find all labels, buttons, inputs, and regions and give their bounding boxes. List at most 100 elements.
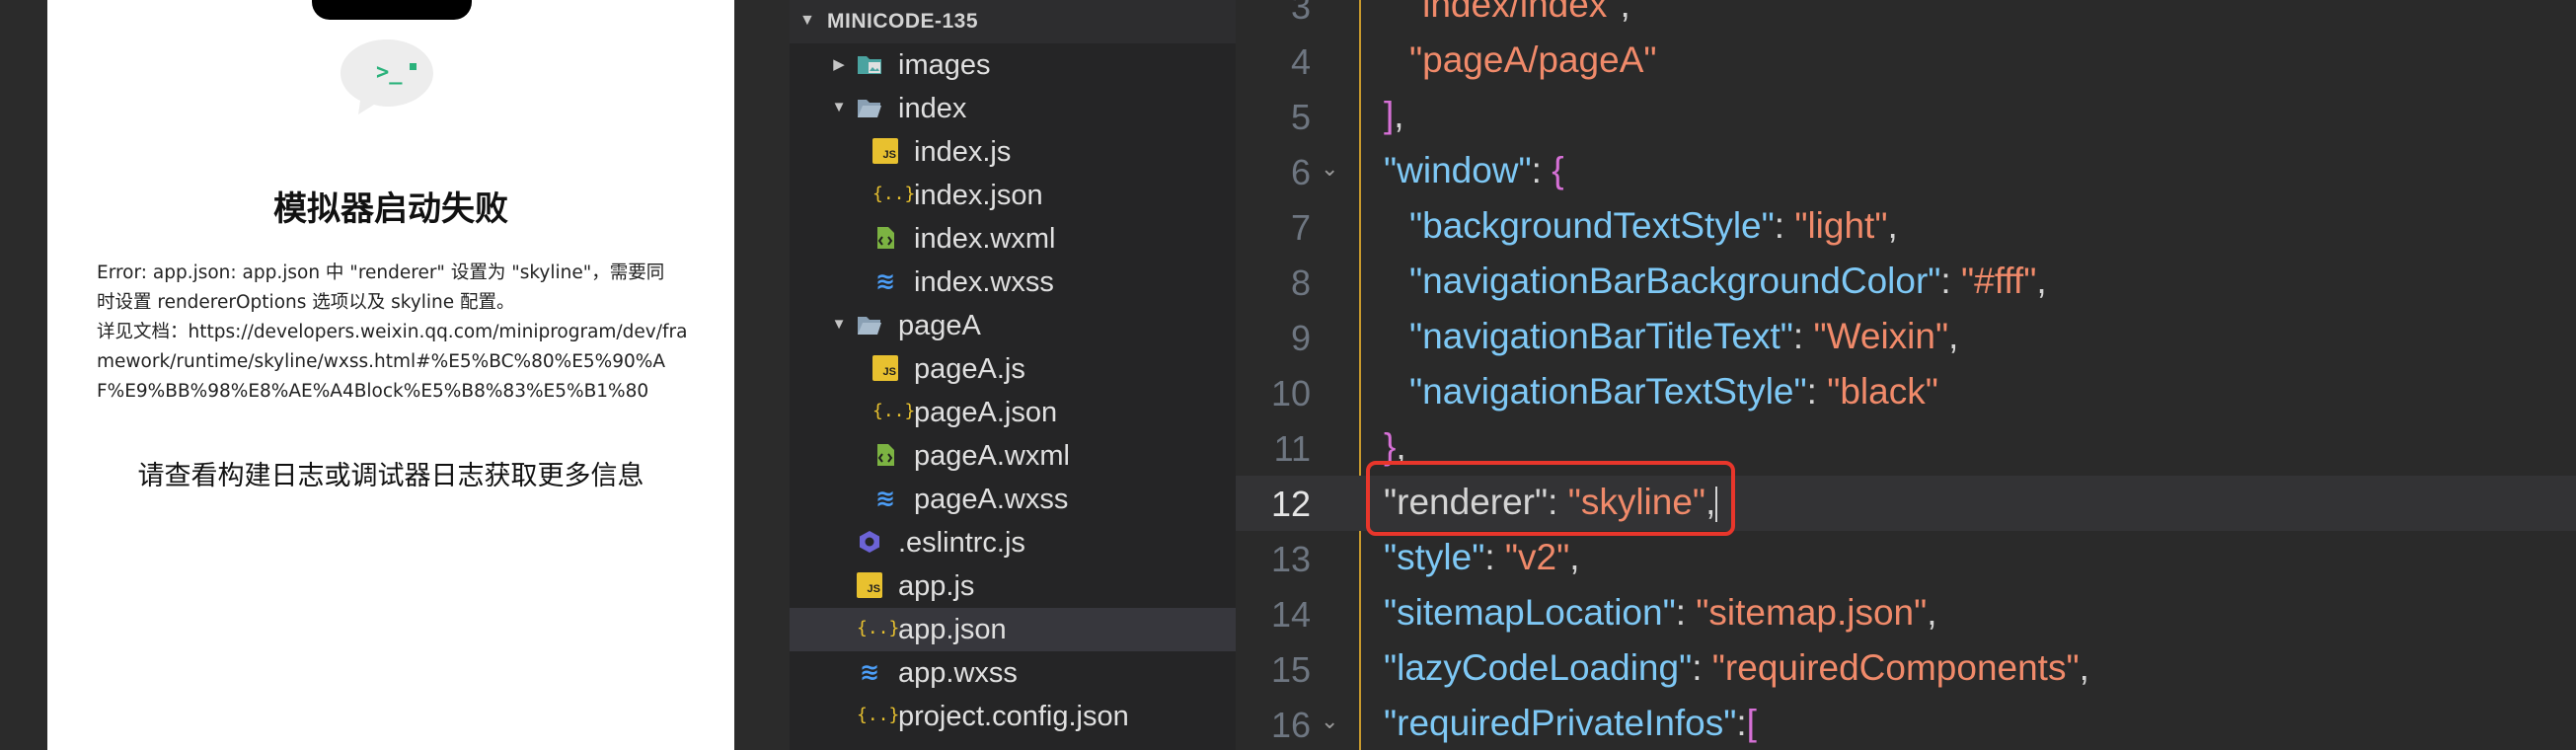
tree-file-pageA-wxml[interactable]: pageA.wxml xyxy=(790,434,1236,478)
tree-item-label: index xyxy=(898,93,967,124)
tree-folder-index[interactable]: ▼ index xyxy=(790,87,1236,130)
tree-item-label: app.js xyxy=(898,570,975,602)
code-line[interactable]: 7 "backgroundTextStyle": "light", xyxy=(1236,199,2576,255)
tree-item-label: app.json xyxy=(898,614,1007,645)
css-file-icon: ≋ xyxy=(874,267,896,295)
code-editor[interactable]: 3 "index/index", 4 "pageA/pageA" 5 ], 6 … xyxy=(1236,0,2576,750)
tree-file-pageA-json[interactable]: {..} pageA.json xyxy=(790,391,1236,434)
line-number: 12 xyxy=(1270,484,1311,524)
wxml-file-icon xyxy=(877,227,894,249)
explorer-project-header[interactable]: ▼ MINICODE-135 xyxy=(790,0,1236,43)
css-file-icon: ≋ xyxy=(859,658,880,686)
code-line[interactable]: 4 "pageA/pageA" xyxy=(1236,34,2576,89)
code-text: "lazyCodeLoading": "requiredComponents", xyxy=(1384,647,2089,688)
terminal-chat-icon: >_ xyxy=(341,39,433,114)
line-number: 6 xyxy=(1290,152,1311,192)
wxml-file-icon xyxy=(877,444,894,466)
line-number: 10 xyxy=(1270,373,1311,413)
tree-item-label: app.wxss xyxy=(898,657,1018,689)
code-text: "pageA/pageA" xyxy=(1409,39,1657,80)
tree-item-label: project.config.json xyxy=(898,701,1129,732)
tree-file-index-json[interactable]: {..} index.json xyxy=(790,174,1236,217)
eslint-file-icon xyxy=(860,531,879,553)
simulator-error-message: Error: app.json: app.json 中 "renderer" 设… xyxy=(97,259,689,407)
error-line: 详见文档：https://developers.weixin.qq.com/mi… xyxy=(97,322,688,342)
line-number: 13 xyxy=(1270,539,1311,579)
tree-file-app-wxss[interactable]: ≋ app.wxss xyxy=(790,651,1236,695)
tree-item-label: .eslintrc.js xyxy=(898,527,1025,559)
code-line[interactable]: 16 ⌄ "requiredPrivateInfos":[ xyxy=(1236,697,2576,750)
tree-file-project-config[interactable]: {..} project.config.json xyxy=(790,695,1236,738)
tree-file-app-js[interactable]: JS app.js xyxy=(790,564,1236,608)
tree-item-label: pageA.json xyxy=(914,397,1058,428)
code-line[interactable]: 10 "navigationBarTextStyle": "black" xyxy=(1236,365,2576,420)
code-line[interactable]: 15 "lazyCodeLoading": "requiredComponent… xyxy=(1236,641,2576,697)
simulator-hint-text: 请查看构建日志或调试器日志获取更多信息 xyxy=(137,461,644,491)
json-file-icon: {..} xyxy=(872,401,916,421)
line-number: 11 xyxy=(1273,428,1311,469)
tree-file-index-wxml[interactable]: index.wxml xyxy=(790,217,1236,261)
error-line: mework/runtime/skyline/wxss.html#%E5%BC%… xyxy=(97,351,666,372)
line-number: 4 xyxy=(1290,41,1311,82)
js-file-icon: JS xyxy=(872,138,898,164)
folder-images-icon xyxy=(858,56,881,74)
line-number: 14 xyxy=(1270,594,1311,635)
tree-file-eslintrc[interactable]: .eslintrc.js xyxy=(790,521,1236,564)
tree-file-index-wxss[interactable]: ≋ index.wxss xyxy=(790,261,1236,304)
tree-item-label: images xyxy=(898,49,991,81)
tree-item-label: pageA xyxy=(898,310,981,341)
annotation-highlight-box xyxy=(1366,461,1735,536)
error-line: Error: app.json: app.json 中 "renderer" 设… xyxy=(97,262,665,283)
chevron-down-icon[interactable]: ▼ xyxy=(829,316,849,333)
simulator-panel: >_ 模拟器启动失败 Error: app.json: app.json 中 "… xyxy=(47,0,734,750)
tree-item-label: index.js xyxy=(914,136,1012,168)
fold-chevron-icon[interactable]: ⌄ xyxy=(1321,709,1338,734)
tree-file-app-json[interactable]: {..} app.json xyxy=(790,608,1236,651)
code-text: "style": "v2", xyxy=(1384,537,1580,577)
code-text: "navigationBarTextStyle": "black" xyxy=(1409,371,1938,412)
simulator-left-margin xyxy=(0,0,47,750)
tree-folder-pageA[interactable]: ▼ pageA xyxy=(790,304,1236,347)
simulator-error-title: 模拟器启动失败 xyxy=(273,189,508,229)
tree-file-pageA-wxss[interactable]: ≋ pageA.wxss xyxy=(790,478,1236,521)
device-notch xyxy=(312,0,472,20)
code-line[interactable]: 14 "sitemapLocation": "sitemap.json", xyxy=(1236,586,2576,641)
error-line: F%E9%BB%98%E8%AE%A4Block%E5%B8%83%E5%B1%… xyxy=(97,381,649,402)
json-file-icon: {..} xyxy=(857,705,900,725)
code-text: "navigationBarTitleText": "Weixin", xyxy=(1409,316,1959,356)
svg-text:>_: >_ xyxy=(376,60,403,85)
tree-item-label: pageA.wxss xyxy=(914,484,1069,515)
chevron-right-icon[interactable]: ▶ xyxy=(829,55,849,73)
line-number: 9 xyxy=(1290,318,1311,358)
code-text: "requiredPrivateInfos":[ xyxy=(1384,703,1757,743)
line-number: 15 xyxy=(1270,649,1311,690)
tree-item-label: index.json xyxy=(914,180,1043,211)
chevron-down-icon[interactable]: ▼ xyxy=(829,99,849,115)
line-number: 8 xyxy=(1290,262,1311,303)
json-file-icon: {..} xyxy=(872,184,916,204)
js-file-icon: JS xyxy=(857,572,882,598)
code-line[interactable]: 13 "style": "v2", xyxy=(1236,531,2576,586)
fold-chevron-icon[interactable]: ⌄ xyxy=(1321,156,1338,182)
line-number: 7 xyxy=(1290,207,1311,248)
tree-folder-images[interactable]: ▶ images xyxy=(790,43,1236,87)
code-line[interactable]: 8 "navigationBarBackgroundColor": "#fff"… xyxy=(1236,255,2576,310)
folder-open-icon xyxy=(858,100,881,117)
project-title: MINICODE-135 xyxy=(827,10,979,33)
code-line[interactable]: 6 ⌄ "window": { xyxy=(1236,144,2576,199)
code-text: ], xyxy=(1384,95,1404,135)
js-file-icon: JS xyxy=(872,355,898,381)
code-line[interactable]: 3 "index/index", xyxy=(1236,0,2576,34)
chevron-down-icon[interactable]: ▼ xyxy=(799,12,815,30)
css-file-icon: ≋ xyxy=(874,485,896,512)
json-file-icon: {..} xyxy=(857,618,900,638)
tree-file-pageA-js[interactable]: JS pageA.js xyxy=(790,347,1236,391)
line-number: 16 xyxy=(1270,705,1311,745)
file-explorer: ▼ MINICODE-135 ▶ images ▼ index JS index… xyxy=(790,0,1236,750)
code-line[interactable]: 5 ], xyxy=(1236,89,2576,144)
code-line[interactable]: 9 "navigationBarTitleText": "Weixin", xyxy=(1236,310,2576,365)
code-text: "index/index", xyxy=(1409,0,1630,25)
error-line: 时设置 rendererOptions 选项以及 skyline 配置。 xyxy=(97,292,515,313)
tree-file-index-js[interactable]: JS index.js xyxy=(790,130,1236,174)
tree-item-label: pageA.js xyxy=(914,353,1025,385)
